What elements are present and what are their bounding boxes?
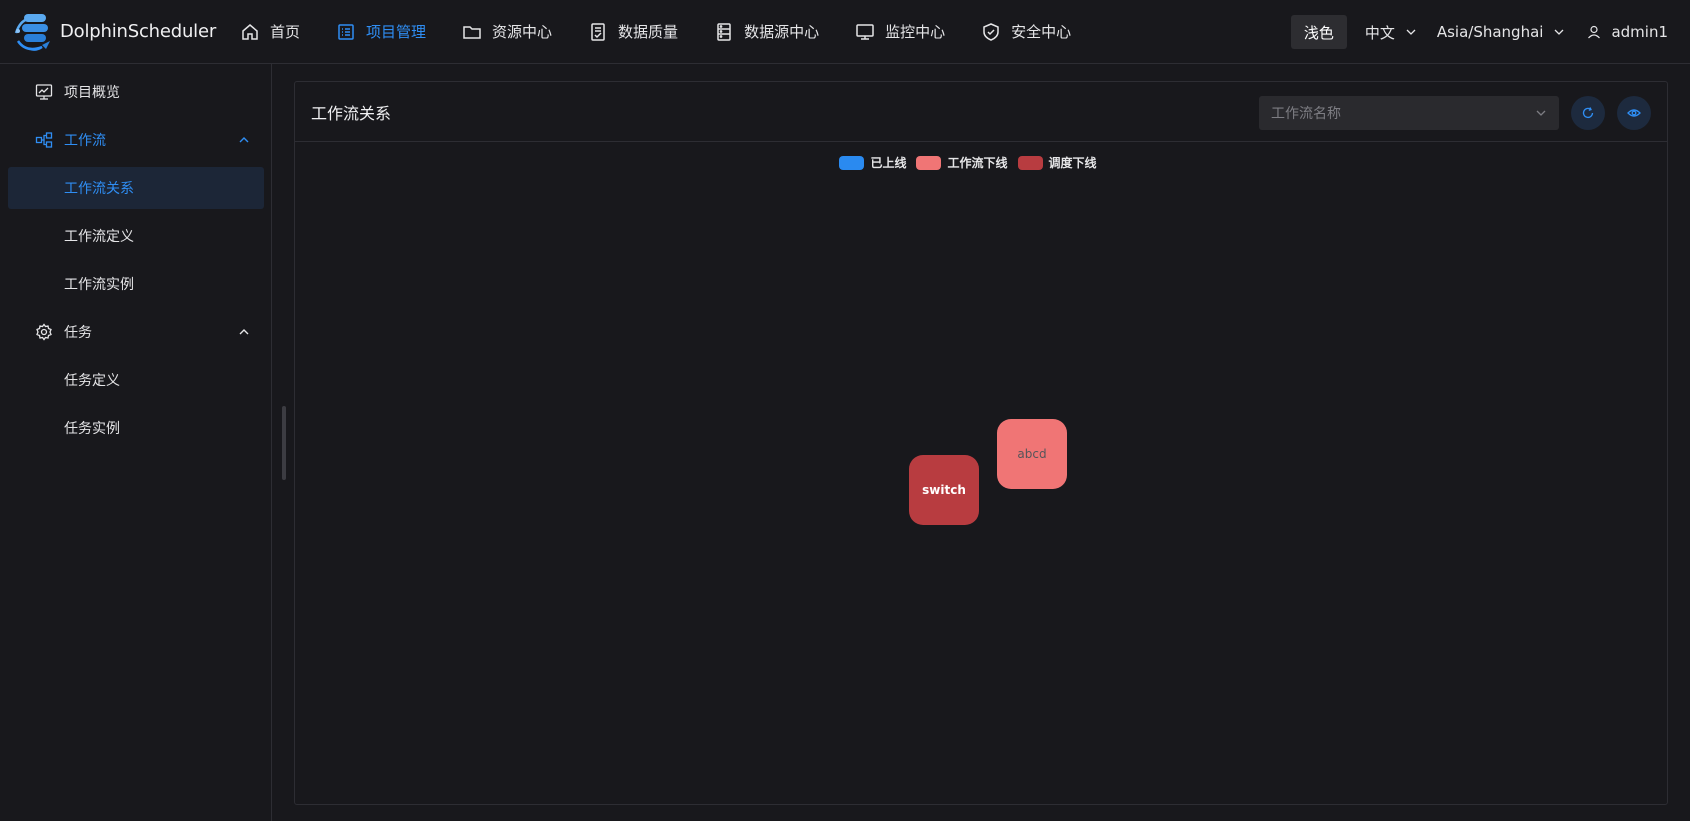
nav-security[interactable]: 安全中心: [963, 0, 1089, 64]
page-title: 工作流关系: [311, 103, 392, 123]
chevron-up-icon: [239, 137, 249, 143]
workflow-relation-card: 工作流关系 工作流名称 已上线 工作流下线 调度下线 switch abcd: [294, 81, 1668, 805]
home-icon: [242, 23, 258, 40]
refresh-icon: [1582, 107, 1594, 119]
eye-icon: [1627, 109, 1641, 117]
legend-label: 工作流下线: [947, 156, 1008, 170]
legend-label: 已上线: [870, 156, 907, 170]
monitor-icon: [856, 23, 874, 40]
workflow-select-placeholder: 工作流名称: [1271, 106, 1341, 122]
sidebar-item-workflow-definition[interactable]: 工作流定义: [8, 215, 264, 257]
refresh-button[interactable]: [1571, 96, 1605, 130]
nav-project[interactable]: 项目管理: [318, 0, 444, 64]
sidebar-item-label: 任务定义: [64, 373, 120, 389]
main-nav: 首页 项目管理 资源中心 数据质量 数据源中心 监控中心 安全中心: [222, 0, 1089, 64]
legend-swatch: [839, 155, 865, 170]
legend-swatch: [916, 155, 942, 170]
sidebar-resize-handle[interactable]: [282, 406, 286, 480]
chart-monitor-icon: [35, 84, 53, 100]
nav-project-label: 项目管理: [366, 23, 427, 41]
timezone-label: Asia/Shanghai: [1436, 23, 1544, 41]
sidebar-item-workflow-instance[interactable]: 工作流实例: [8, 263, 264, 305]
graph-node-abcd[interactable]: abcd: [997, 419, 1067, 489]
chart-legend: 已上线 工作流下线 调度下线: [295, 154, 1667, 171]
theme-toggle-button[interactable]: 浅色: [1290, 15, 1347, 49]
chevron-down-icon: [1406, 29, 1416, 35]
legend-label: 调度下线: [1048, 156, 1097, 170]
app-logo[interactable]: DolphinScheduler: [12, 11, 222, 53]
nav-datasource[interactable]: 数据源中心: [696, 0, 837, 64]
sidebar-item-task-instance[interactable]: 任务实例: [8, 407, 264, 449]
nav-security-label: 安全中心: [1011, 23, 1072, 41]
nav-datasource-label: 数据源中心: [744, 23, 820, 41]
chevron-down-icon: [1554, 29, 1564, 35]
sidebar-item-task-definition[interactable]: 任务定义: [8, 359, 264, 401]
timezone-dropdown[interactable]: Asia/Shanghai: [1427, 23, 1576, 41]
app-name: DolphinScheduler: [60, 21, 217, 42]
username: admin1: [1611, 23, 1668, 41]
user-icon: [1588, 25, 1601, 39]
graph-node-switch[interactable]: switch: [909, 455, 979, 525]
nav-data-quality[interactable]: 数据质量: [570, 0, 696, 64]
legend-items: 已上线 工作流下线 调度下线: [839, 154, 1106, 171]
sidebar-item-label: 工作流实例: [64, 277, 134, 293]
language-dropdown[interactable]: 中文: [1355, 22, 1427, 43]
legend-item-schedule-offline[interactable]: 调度下线: [1017, 154, 1097, 171]
nav-monitor[interactable]: 监控中心: [837, 0, 963, 64]
sidebar-item-label: 任务实例: [64, 421, 120, 437]
dolphin-logo-icon: [12, 11, 58, 53]
nav-data-quality-label: 数据质量: [618, 23, 679, 41]
legend-swatch: [1017, 155, 1043, 170]
shield-icon: [983, 22, 999, 41]
sidebar-group-workflow[interactable]: 工作流: [8, 119, 264, 161]
document-check-icon: [591, 22, 605, 41]
workflow-icon: [35, 132, 53, 148]
user-menu[interactable]: admin1: [1575, 23, 1690, 41]
sidebar-item-label: 工作流定义: [64, 229, 134, 245]
folder-icon: [463, 25, 481, 39]
sidebar-item-overview[interactable]: 项目概览: [8, 71, 264, 113]
top-navbar: DolphinScheduler 首页 项目管理 资源中心 数据质量 数据源中心…: [0, 0, 1690, 64]
chevron-down-icon: [1536, 110, 1546, 116]
graph-node-label: abcd: [1017, 447, 1047, 461]
workflow-name-select[interactable]: 工作流名称: [1259, 96, 1559, 130]
language-label: 中文: [1364, 23, 1395, 42]
card-header: 工作流关系 工作流名称: [295, 82, 1667, 142]
graph-node-label: switch: [922, 483, 966, 497]
nav-home-label: 首页: [270, 23, 301, 41]
sidebar-item-label: 项目概览: [64, 85, 120, 101]
sidebar-item-label: 任务: [64, 325, 92, 341]
sidebar-item-label: 工作流关系: [64, 181, 134, 197]
sidebar: 项目概览 工作流 工作流关系 工作流定义 工作流实例 任务 任务定义 任务实例: [0, 64, 272, 821]
chevron-up-icon: [239, 329, 249, 335]
sidebar-group-task[interactable]: 任务: [8, 311, 264, 353]
gear-icon: [36, 323, 52, 341]
nav-resource-label: 资源中心: [492, 23, 553, 41]
sidebar-item-label: 工作流: [64, 133, 106, 149]
nav-resource[interactable]: 资源中心: [444, 0, 570, 64]
nav-home[interactable]: 首页: [222, 0, 318, 64]
datasource-icon: [717, 22, 731, 41]
header-tools: 浅色 中文 Asia/Shanghai admin1: [1290, 0, 1690, 64]
nav-monitor-label: 监控中心: [885, 23, 946, 41]
preview-button[interactable]: [1617, 96, 1651, 130]
sidebar-item-workflow-relation[interactable]: 工作流关系: [8, 167, 264, 209]
legend-item-online[interactable]: 已上线: [839, 154, 906, 171]
legend-item-workflow-offline[interactable]: 工作流下线: [916, 154, 1008, 171]
project-list-icon: [338, 23, 354, 40]
